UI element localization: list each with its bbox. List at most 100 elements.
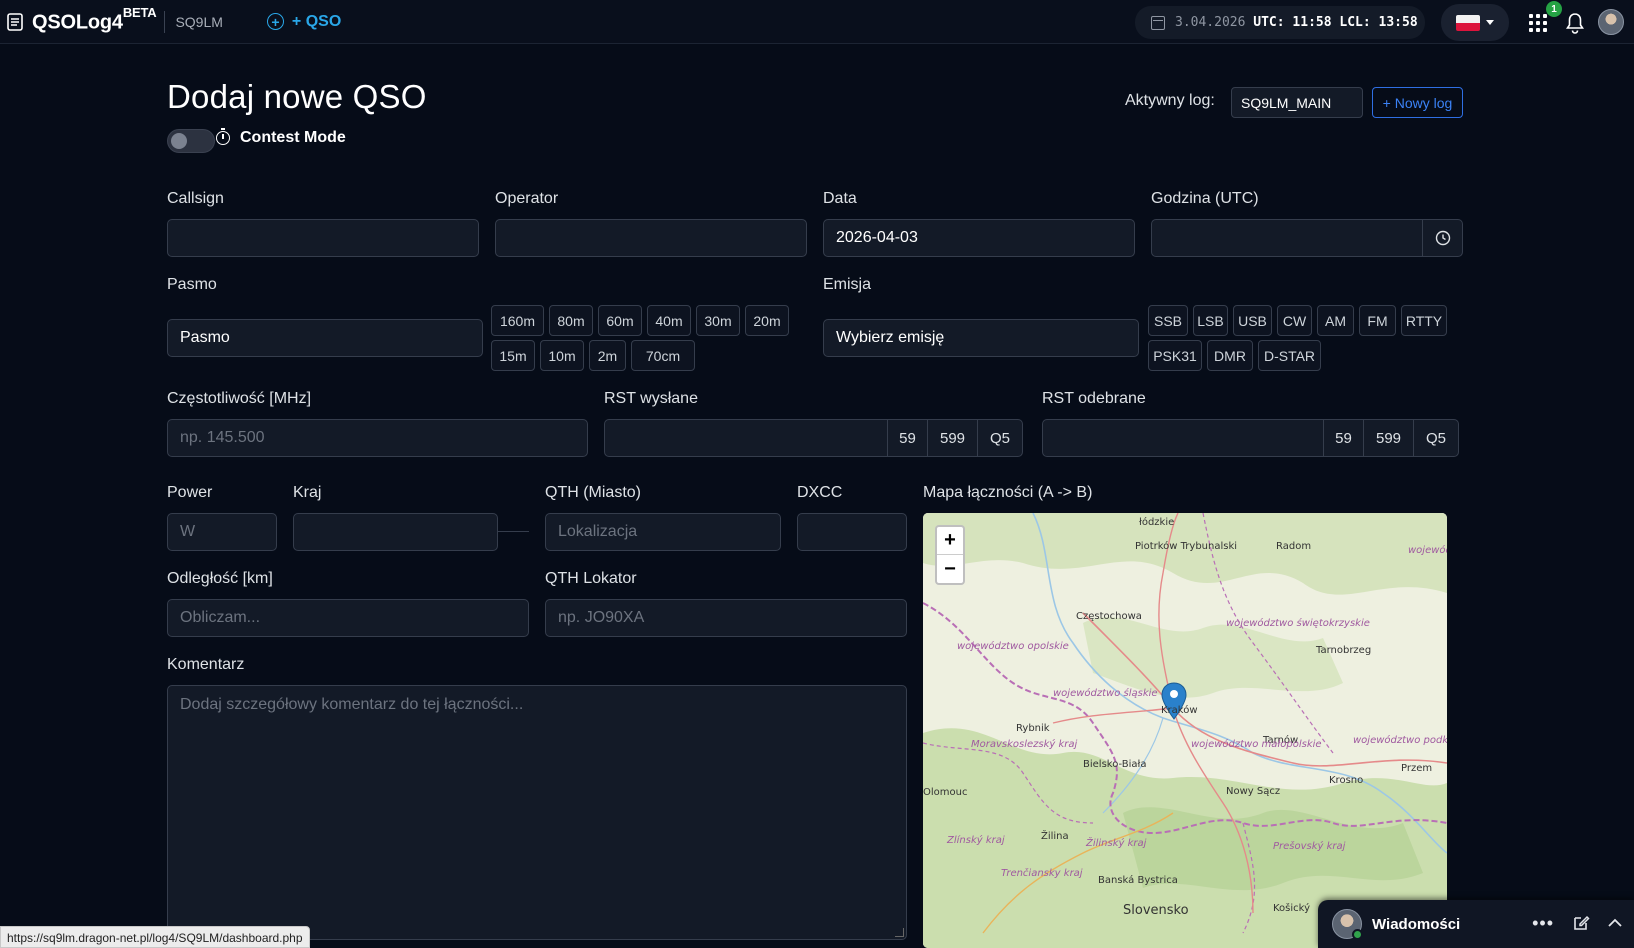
lcl-time: 13:58	[1378, 15, 1418, 30]
rst-received-q5-button[interactable]: Q5	[1413, 419, 1459, 457]
comment-textarea[interactable]: Dodaj szczegółowy komentarz do tej łączn…	[167, 685, 907, 940]
active-log-select[interactable]: SQ9LM_MAIN	[1231, 87, 1363, 118]
band-select[interactable]: Pasmo	[167, 319, 483, 357]
map-place-label: Bielsko-Biała	[1083, 759, 1147, 770]
band-chip-10m[interactable]: 10m	[540, 340, 584, 371]
mode-chip-lsb[interactable]: LSB	[1193, 305, 1228, 336]
mode-chip-usb[interactable]: USB	[1233, 305, 1272, 336]
mode-chip-am[interactable]: AM	[1317, 305, 1354, 336]
apps-grid-icon[interactable]	[1529, 14, 1547, 32]
resize-handle-icon[interactable]	[895, 928, 904, 937]
map-place-label: łódzkie	[1139, 517, 1175, 528]
user-avatar[interactable]	[1598, 9, 1624, 35]
map-label: Mapa łączności (A -> B)	[923, 484, 1093, 501]
rst-sent-input[interactable]	[604, 419, 888, 457]
mode-chip-cw[interactable]: CW	[1277, 305, 1312, 336]
caret-down-icon	[1486, 20, 1494, 25]
mode-chip-fm[interactable]: FM	[1359, 305, 1396, 336]
date-input[interactable]: 2026-04-03	[823, 219, 1135, 257]
map-place-label: województwo świętokrzyskie	[1226, 618, 1370, 629]
brand[interactable]: QSOLog4BETA SQ9LM	[6, 5, 223, 35]
poland-flag-icon	[1456, 14, 1480, 31]
map-place-label: Zlínský kraj	[947, 835, 1005, 846]
messages-actions: •••	[1532, 914, 1622, 932]
compose-icon[interactable]	[1572, 914, 1590, 932]
map-place-label: Žilinský kraj	[1086, 838, 1147, 849]
comment-placeholder: Dodaj szczegółowy komentarz do tej łączn…	[180, 696, 524, 713]
distance-input[interactable]: Obliczam...	[167, 599, 529, 637]
mode-chip-ssb[interactable]: SSB	[1148, 305, 1188, 336]
operator-input[interactable]	[495, 219, 807, 257]
distance-label: Odległość [km]	[167, 570, 273, 587]
language-dropdown[interactable]	[1441, 4, 1509, 41]
callsign-label: Callsign	[167, 190, 224, 207]
rst-sent-q5-button[interactable]: Q5	[977, 419, 1023, 457]
map-tiles	[923, 513, 1447, 948]
bell-icon[interactable]	[1565, 12, 1585, 34]
mode-label: Emisja	[823, 276, 872, 293]
zoom-in-button[interactable]: +	[937, 527, 963, 555]
map-place-label: województwo podkarpackie	[1353, 735, 1447, 746]
power-input[interactable]: W	[167, 513, 277, 551]
band-chip-40m[interactable]: 40m	[647, 305, 691, 336]
dxcc-input[interactable]	[797, 513, 907, 551]
contest-mode-toggle[interactable]	[167, 129, 215, 153]
band-chip-160m[interactable]: 160m	[491, 305, 544, 336]
band-chip-70cm[interactable]: 70cm	[631, 340, 695, 371]
rst-received-label: RST odebrane	[1042, 390, 1146, 407]
band-chip-80m[interactable]: 80m	[549, 305, 593, 336]
active-log-label: Aktywny log:	[1125, 92, 1215, 109]
callsign-input[interactable]	[167, 219, 479, 257]
map-place-label: województwo śląskie	[1053, 688, 1158, 699]
frequency-input[interactable]: np. 145.500	[167, 419, 588, 457]
rst-received-input[interactable]	[1042, 419, 1324, 457]
more-options-icon[interactable]: •••	[1532, 914, 1554, 932]
map-place-label: Žilina	[1041, 831, 1069, 842]
rst-received-599-button[interactable]: 599	[1363, 419, 1414, 457]
lcl-label: LCL:	[1339, 15, 1371, 30]
map-place-label: Radom	[1276, 541, 1312, 552]
map-place-label: Rybnik	[1016, 723, 1050, 734]
map-place-label: Krosno	[1329, 775, 1364, 786]
chevron-up-icon[interactable]	[1608, 918, 1622, 928]
operator-label: Operator	[495, 190, 559, 207]
qso-map[interactable]: łódzkie Piotrków Trybunalski Radom wojewódz…	[923, 513, 1447, 948]
time-utc-input[interactable]	[1151, 219, 1423, 257]
zoom-out-button[interactable]: −	[937, 555, 963, 583]
band-chip-2m[interactable]: 2m	[589, 340, 626, 371]
calendar-icon	[1151, 15, 1165, 30]
map-place-label: Moravskoslezský kraj	[971, 739, 1078, 750]
mode-select[interactable]: Wybierz emisję	[823, 319, 1139, 357]
map-place-label: Kraków	[1161, 705, 1198, 716]
map-zoom-control: + −	[935, 525, 965, 585]
new-log-button[interactable]: + Nowy log	[1372, 87, 1463, 118]
mode-chip-dmr[interactable]: DMR	[1207, 340, 1253, 371]
band-chip-15m[interactable]: 15m	[491, 340, 535, 371]
map-place-label: Prešovský kraj	[1273, 841, 1346, 852]
rst-received-59-button[interactable]: 59	[1323, 419, 1364, 457]
rst-sent-59-button[interactable]: 59	[887, 419, 928, 457]
country-input[interactable]	[293, 513, 498, 551]
time-now-button[interactable]	[1422, 219, 1463, 257]
utc-label: UTC:	[1253, 15, 1285, 30]
locator-label: QTH Lokator	[545, 570, 637, 587]
band-chip-30m[interactable]: 30m	[696, 305, 740, 336]
mode-chip-psk31[interactable]: PSK31	[1148, 340, 1202, 371]
qth-city-input[interactable]: Lokalizacja	[545, 513, 781, 551]
dxcc-label: DXCC	[797, 484, 843, 501]
country-connector	[498, 531, 529, 532]
mode-chip-rtty[interactable]: RTTY	[1401, 305, 1447, 336]
band-chip-20m[interactable]: 20m	[745, 305, 789, 336]
browser-status-url: https://sq9lm.dragon-net.pl/log4/SQ9LM/d…	[0, 926, 310, 948]
contest-mode-label: Contest Mode	[216, 128, 346, 147]
add-qso-link[interactable]: + + QSO	[266, 13, 341, 31]
band-chip-60m[interactable]: 60m	[598, 305, 642, 336]
rst-sent-599-button[interactable]: 599	[927, 419, 978, 457]
map-place-label: województwo małopolskie	[1191, 739, 1322, 750]
map-place-label: Slovensko	[1123, 903, 1189, 918]
comment-label: Komentarz	[167, 656, 245, 673]
mode-chip-dstar[interactable]: D-STAR	[1258, 340, 1321, 371]
messages-panel[interactable]: Wiadomości •••	[1318, 900, 1634, 948]
map-place-label: Tarnobrzeg	[1316, 645, 1372, 656]
locator-input[interactable]: np. JO90XA	[545, 599, 907, 637]
